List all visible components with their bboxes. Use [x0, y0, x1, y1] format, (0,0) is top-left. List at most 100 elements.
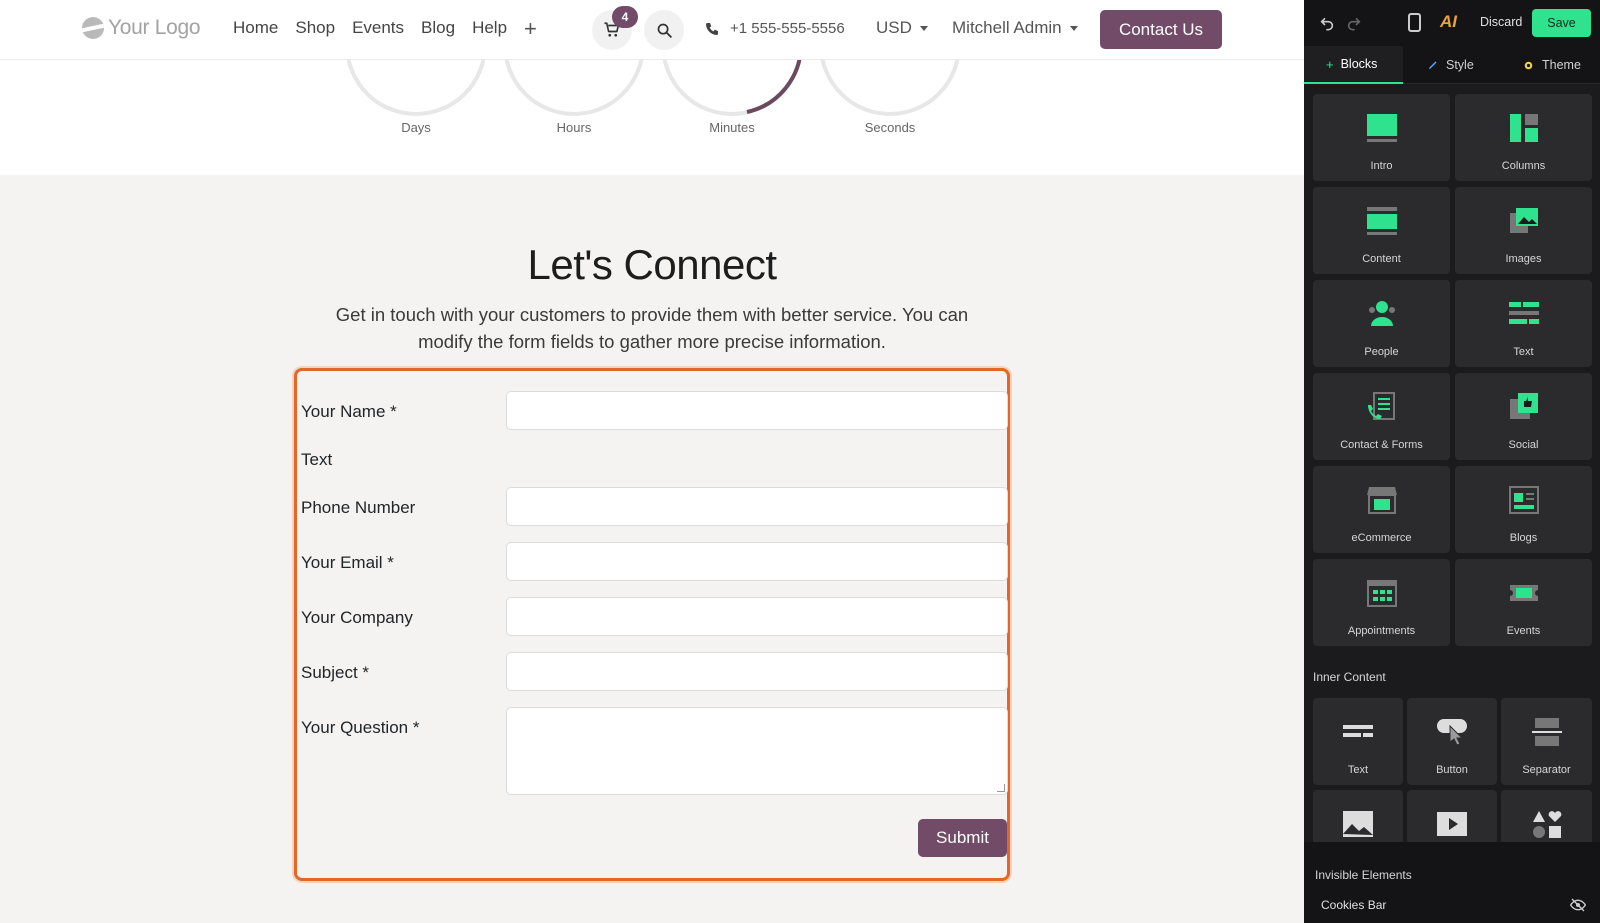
countdown-seconds-label: Seconds: [864, 120, 916, 135]
button-click-icon: [1437, 719, 1467, 746]
nav-shop[interactable]: Shop: [295, 18, 335, 38]
search-icon: [657, 23, 672, 38]
contact-form[interactable]: Your Name * Text Phone Number Your Email…: [294, 368, 1010, 881]
company-field[interactable]: [506, 597, 1008, 636]
block-columns-label: Columns: [1501, 160, 1546, 172]
block-blogs[interactable]: Blogs: [1455, 466, 1592, 553]
contact-us-button[interactable]: Contact Us: [1100, 10, 1222, 49]
block-contact-forms[interactable]: Contact & Forms: [1313, 373, 1450, 460]
site-navbar: Your Logo Home Shop Events Blog Help + 4…: [0, 0, 1304, 60]
invisible-item-cookies-bar[interactable]: Cookies Bar: [1321, 898, 1386, 912]
block-columns[interactable]: Columns: [1455, 94, 1592, 181]
nav-home[interactable]: Home: [233, 18, 278, 38]
editor-panel: AI Discard Save + Blocks Style Theme Int…: [1304, 0, 1600, 923]
cart-count-badge: 4: [612, 6, 638, 28]
inner-content-title: Inner Content: [1313, 670, 1386, 684]
gear-icon: [1524, 61, 1533, 69]
tab-theme-label: Theme: [1542, 58, 1581, 72]
plus-icon[interactable]: +: [524, 16, 537, 42]
logo-text: Your Logo: [108, 16, 201, 39]
text-label: Text: [301, 450, 333, 469]
brush-icon: [1429, 61, 1437, 69]
ai-icon[interactable]: AI: [1440, 12, 1457, 32]
block-text[interactable]: Text: [1455, 280, 1592, 367]
subject-label: Subject *: [301, 663, 370, 682]
block-ecommerce[interactable]: eCommerce: [1313, 466, 1450, 553]
video-icon: [1437, 812, 1467, 836]
shapes-icon: [1532, 811, 1561, 838]
eye-slash-icon[interactable]: [1570, 898, 1586, 912]
redo-icon[interactable]: [1346, 15, 1362, 31]
block-intro-label: Intro: [1370, 160, 1393, 172]
invisible-elements-section: Invisible Elements Cookies Bar: [1304, 842, 1600, 923]
nav-links: Home Shop Events Blog Help: [233, 18, 507, 38]
submit-button[interactable]: Submit: [918, 819, 1007, 857]
image-icon: [1343, 811, 1373, 837]
countdown-hours-label: Hours: [556, 120, 592, 135]
save-button[interactable]: Save: [1532, 9, 1591, 37]
undo-icon[interactable]: [1319, 15, 1335, 31]
inner-block-separator[interactable]: Separator: [1501, 698, 1592, 785]
currency-dropdown[interactable]: USD: [876, 18, 928, 38]
block-social[interactable]: Social: [1455, 373, 1592, 460]
tab-theme[interactable]: Theme: [1502, 46, 1600, 84]
nav-events[interactable]: Events: [352, 18, 404, 38]
block-text-label: Text: [1513, 346, 1534, 358]
company-label: Your Company: [301, 608, 413, 627]
question-label: Your Question *: [301, 718, 420, 737]
tab-style[interactable]: Style: [1403, 46, 1502, 84]
inner-block-image[interactable]: [1313, 790, 1403, 845]
mobile-preview-icon[interactable]: [1408, 13, 1421, 32]
chevron-down-icon: [919, 25, 928, 31]
tab-blocks[interactable]: + Blocks: [1304, 46, 1403, 84]
block-images[interactable]: Images: [1455, 187, 1592, 274]
website-preview: Your Logo Home Shop Events Blog Help + 4…: [0, 0, 1304, 923]
plus-icon: +: [1326, 56, 1334, 72]
separator-icon: [1531, 718, 1562, 746]
inner-block-text[interactable]: Text: [1313, 698, 1403, 785]
currency-value: USD: [876, 18, 912, 37]
block-appointments-label: Appointments: [1347, 625, 1416, 637]
block-intro[interactable]: Intro: [1313, 94, 1450, 181]
block-appointments[interactable]: Appointments: [1313, 559, 1450, 646]
subject-field[interactable]: [506, 652, 1008, 691]
inner-block-video[interactable]: [1407, 790, 1497, 845]
nav-help[interactable]: Help: [472, 18, 507, 38]
question-field[interactable]: [506, 707, 1008, 795]
blogs-icon: [1508, 486, 1539, 514]
block-content[interactable]: Content: [1313, 187, 1450, 274]
nav-blog[interactable]: Blog: [421, 18, 455, 38]
user-name: Mitchell Admin: [952, 18, 1062, 37]
email-field[interactable]: [506, 542, 1008, 581]
block-people-label: People: [1364, 346, 1399, 358]
site-logo[interactable]: Your Logo: [82, 16, 201, 40]
block-people[interactable]: People: [1313, 280, 1450, 367]
phone-icon: [706, 22, 718, 35]
inner-block-button[interactable]: Button: [1407, 698, 1497, 785]
logo-icon: [82, 17, 104, 39]
block-blogs-label: Blogs: [1509, 532, 1538, 544]
tab-style-label: Style: [1446, 58, 1474, 72]
block-contact-forms-label: Contact & Forms: [1340, 439, 1423, 451]
inner-block-shapes[interactable]: [1501, 790, 1592, 845]
invisible-elements-title: Invisible Elements: [1315, 868, 1412, 882]
section-title: Let's Connect: [527, 241, 777, 288]
chevron-down-icon: [1069, 25, 1078, 31]
phone-link[interactable]: +1 555-555-5556: [704, 20, 845, 37]
ticket-icon: [1509, 585, 1538, 601]
section-description: Get in touch with your customers to prov…: [335, 304, 969, 352]
connect-section: Let's Connect Get in touch with your cus…: [0, 175, 1304, 923]
cart-button[interactable]: 4: [592, 6, 638, 50]
user-menu-dropdown[interactable]: Mitchell Admin: [952, 18, 1078, 38]
phone-field[interactable]: [506, 487, 1008, 526]
discard-button[interactable]: Discard: [1480, 15, 1522, 29]
inner-block-button-label: Button: [1436, 764, 1468, 776]
name-label: Your Name *: [301, 402, 397, 421]
search-button[interactable]: [644, 10, 684, 50]
block-events[interactable]: Events: [1455, 559, 1592, 646]
tab-blocks-label: Blocks: [1340, 57, 1378, 71]
intro-icon: [1366, 114, 1397, 142]
name-field[interactable]: [506, 391, 1008, 430]
ecommerce-icon: [1366, 487, 1397, 514]
countdown-section: Days Hours Minutes Seconds: [0, 0, 1304, 175]
